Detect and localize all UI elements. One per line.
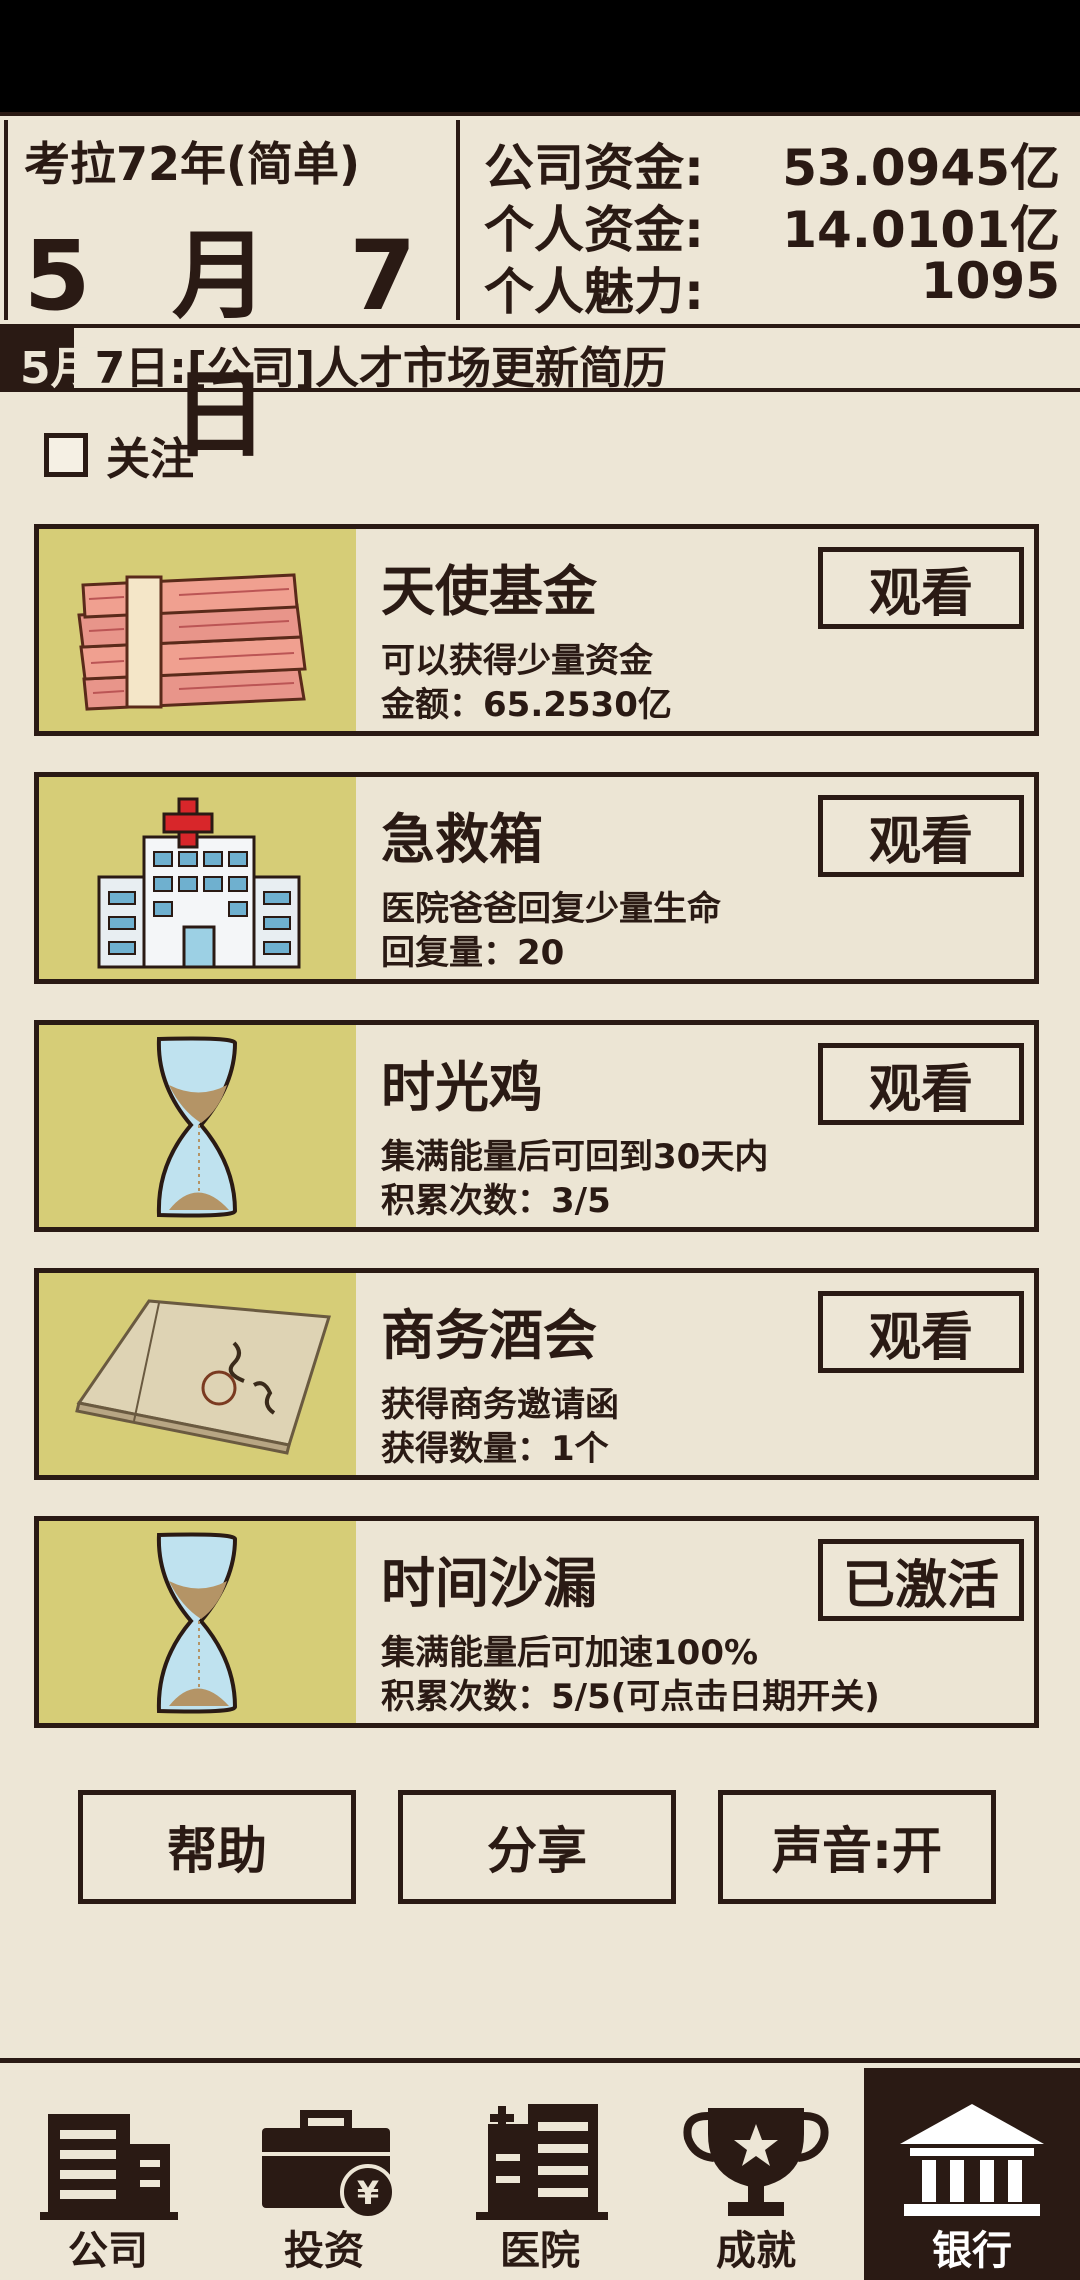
date-display[interactable]: 考拉72年(简单) 5 月 7 日	[4, 120, 460, 471]
activated-button[interactable]: 已激活	[818, 1539, 1024, 1621]
card-title: 时间沙漏	[381, 1552, 597, 1615]
card-description: 医院爸爸回复少量生命 回复量：20	[381, 887, 721, 975]
money-stack-icon	[39, 529, 356, 731]
card-desc-line1: 集满能量后可回到30天内	[381, 1137, 769, 1177]
card-desc-line1: 获得商务邀请函	[381, 1385, 619, 1425]
share-button[interactable]: 分享	[398, 1790, 676, 1904]
follow-toggle[interactable]: 关注	[44, 420, 194, 490]
follow-checkbox[interactable]	[44, 433, 88, 477]
card-desc-line2: 积累次数：3/5	[381, 1181, 611, 1221]
tab-bank[interactable]: 银行	[864, 2068, 1080, 2280]
charisma-label: 个人魅力:	[484, 263, 704, 321]
card-desc-line2: 回复量：20	[381, 933, 565, 973]
card-title: 商务酒会	[381, 1304, 597, 1367]
tab-label: 银行	[932, 2228, 1012, 2274]
ticker-prefix: 5月	[20, 343, 95, 394]
svg-text:¥: ¥	[357, 2174, 379, 2212]
card-desc-line1: 集满能量后可加速100%	[381, 1633, 759, 1673]
card-first-aid: 急救箱 医院爸爸回复少量生命 回复量：20 观看	[34, 772, 1039, 984]
header-panel: 考拉72年(简单) 5 月 7 日 公司资金: 53.0945亿 个人资金: 1…	[0, 112, 1080, 471]
building-icon	[40, 2114, 178, 2220]
tab-hospital[interactable]: 医院	[432, 2068, 648, 2280]
watch-button[interactable]: 观看	[818, 1291, 1024, 1373]
watch-button[interactable]: 观看	[818, 795, 1024, 877]
card-time-hourglass: 时间沙漏 集满能量后可加速100% 积累次数：5/5(可点击日期开关) 已激活	[34, 1516, 1039, 1728]
bank-icon	[900, 2104, 1044, 2216]
card-description: 获得商务邀请函 获得数量：1个	[381, 1383, 619, 1471]
card-desc-line2: 获得数量：1个	[381, 1429, 609, 1469]
tab-investment[interactable]: ¥ 投资	[216, 2068, 432, 2280]
hospital-building-icon	[476, 2104, 608, 2220]
action-buttons: 帮助 分享 声音:开	[0, 1790, 1080, 1904]
hourglass-icon	[39, 1025, 356, 1227]
help-button[interactable]: 帮助	[78, 1790, 356, 1904]
ticker-body: 7日:[公司]人才市场更新简历	[94, 343, 668, 394]
charisma-value: 1095	[920, 252, 1060, 310]
hospital-icon	[39, 777, 356, 979]
invitation-icon	[39, 1273, 356, 1475]
card-title: 急救箱	[381, 808, 543, 871]
card-angel-fund: 天使基金 可以获得少量资金 金额：65.2530亿 观看	[34, 524, 1039, 736]
card-title: 时光鸡	[381, 1056, 543, 1119]
personal-funds-row: 个人资金: 14.0101亿	[480, 190, 1060, 259]
era-label: 考拉72年(简单)	[24, 137, 361, 191]
card-description: 可以获得少量资金 金额：65.2530亿	[381, 639, 672, 727]
tab-label: 公司	[68, 2228, 148, 2274]
card-time-chicken: 时光鸡 集满能量后可回到30天内 积累次数：3/5 观看	[34, 1020, 1039, 1232]
stats-panel: 公司资金: 53.0945亿 个人资金: 14.0101亿 个人魅力: 1095	[480, 128, 1060, 321]
tab-achievements[interactable]: 成就	[648, 2068, 864, 2280]
bottom-tab-bar: 公司 ¥ 投资 医院 成就 银行	[0, 2058, 1080, 2280]
tab-label: 成就	[716, 2228, 796, 2274]
charisma-row: 个人魅力: 1095	[480, 252, 1060, 321]
card-description: 集满能量后可回到30天内 积累次数：3/5	[381, 1135, 768, 1223]
card-title: 天使基金	[381, 560, 597, 623]
card-desc-line2: 金额：65.2530亿	[381, 685, 672, 725]
watch-button[interactable]: 观看	[818, 1043, 1024, 1125]
card-desc-line2: 积累次数：5/5(可点击日期开关)	[381, 1677, 880, 1717]
card-desc-line1: 可以获得少量资金	[381, 641, 653, 681]
briefcase-yen-icon: ¥	[262, 2110, 396, 2220]
card-description: 集满能量后可加速100% 积累次数：5/5(可点击日期开关)	[381, 1631, 880, 1719]
follow-label: 关注	[106, 434, 194, 485]
tab-label: 医院	[500, 2228, 580, 2274]
company-funds-row: 公司资金: 53.0945亿	[480, 128, 1060, 197]
hourglass-icon	[39, 1521, 356, 1723]
ticker-message: 5月7日:[公司]人才市场更新简历	[20, 332, 667, 396]
news-ticker[interactable]: 5月7日:[公司]人才市场更新简历	[0, 328, 1080, 394]
card-desc-line1: 医院爸爸回复少量生命	[381, 889, 721, 929]
watch-button[interactable]: 观看	[818, 547, 1024, 629]
card-business-reception: 商务酒会 获得商务邀请函 获得数量：1个 观看	[34, 1268, 1039, 1480]
tab-label: 投资	[284, 2228, 364, 2274]
tab-company[interactable]: 公司	[0, 2068, 216, 2280]
sound-toggle-button[interactable]: 声音:开	[718, 1790, 996, 1904]
status-bar	[0, 0, 1080, 112]
trophy-icon	[683, 2108, 829, 2216]
